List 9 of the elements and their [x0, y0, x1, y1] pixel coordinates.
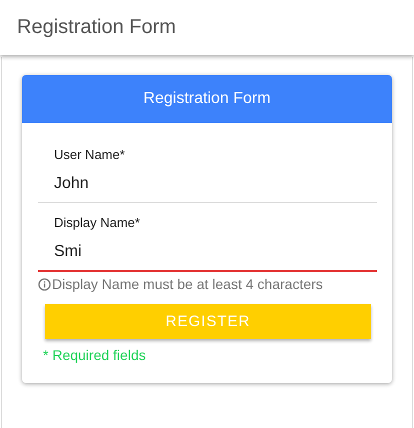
text-field[interactable]: John — [38, 175, 377, 203]
info-icon — [38, 278, 51, 290]
field-label: User Name* — [54, 147, 126, 162]
card-title: Registration Form — [143, 90, 271, 108]
text-field[interactable]: Smi — [38, 243, 377, 272]
required-note: * Required fields — [43, 347, 147, 363]
error-message: Display Name must be at least 4 characters — [52, 276, 323, 292]
page-title: Registration Form — [17, 16, 176, 39]
field-label: Display Name* — [54, 215, 141, 230]
